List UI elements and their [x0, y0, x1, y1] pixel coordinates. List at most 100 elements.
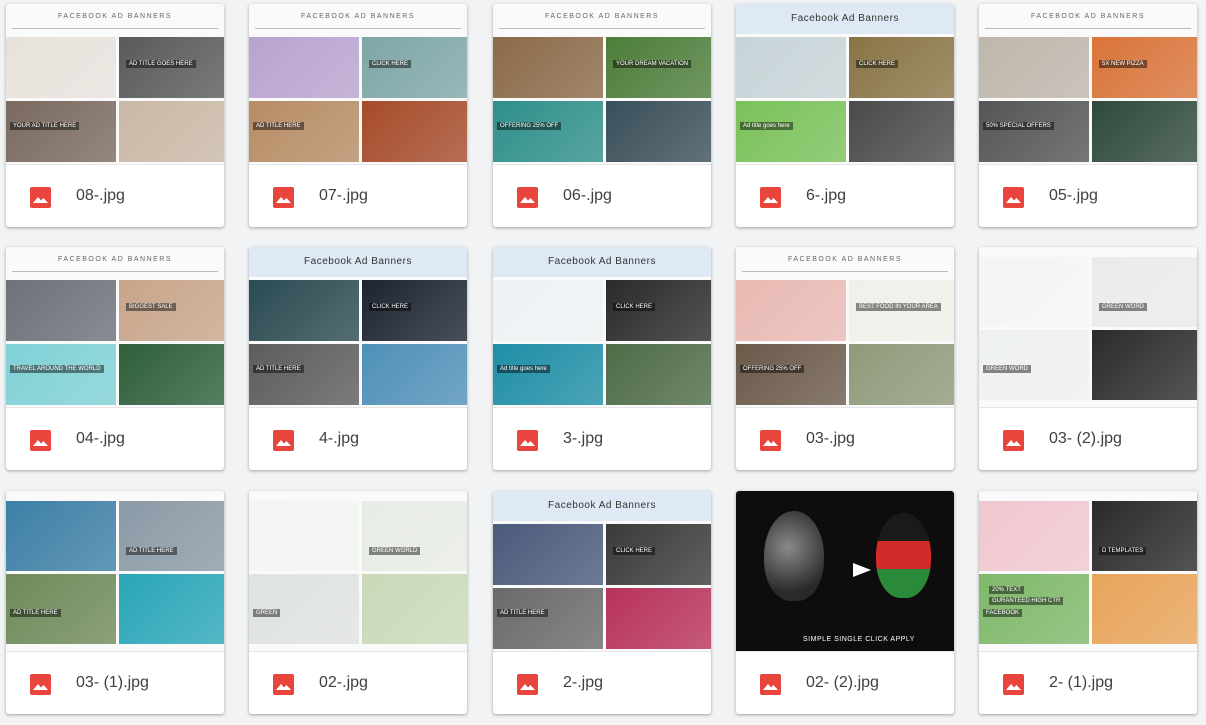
file-name[interactable]: 05-.jpg	[1049, 187, 1098, 205]
file-name[interactable]: 6-.jpg	[806, 187, 846, 205]
thumbnail-tile	[493, 101, 603, 162]
thumbnail-tile	[849, 101, 954, 162]
thumbnail-tile	[362, 574, 467, 644]
file-card-footer[interactable]: 3-.jpg	[493, 407, 711, 470]
file-thumbnail[interactable]: FACEBOOK AD BANNERS TRAVEL AROUND THE WOR…	[6, 247, 224, 407]
file-name[interactable]: 3-.jpg	[563, 430, 603, 448]
file-card[interactable]: FACEBOOK AD BANNERS OFFERING 25% OFF BEST …	[736, 247, 954, 470]
thumbnail-caption: YOUR DREAM VACATION	[613, 60, 692, 68]
file-card[interactable]: FACEBOOK AD BANNERS OFFERING 25% OFF YOUR …	[493, 4, 711, 227]
file-card[interactable]: FACEBOOK D TEMPLATES 20% TEXT GURANTEED HIG…	[979, 491, 1197, 714]
file-thumbnail[interactable]: GREEN WORD GREEN WORD	[979, 247, 1197, 407]
file-card-footer[interactable]: 08-.jpg	[6, 164, 224, 227]
thumbnail-header: Facebook Ad Banners	[249, 247, 467, 277]
thumbnail-header: FACEBOOK AD BANNERS	[249, 4, 467, 34]
file-name[interactable]: 07-.jpg	[319, 187, 368, 205]
thumbnail-caption: 5X NEW PIZZA	[1099, 60, 1147, 68]
thumbnail-caption: BIGGEST SALE	[126, 303, 176, 311]
file-card[interactable]: Facebook Ad Banners Ad title goes here CLI…	[493, 247, 711, 470]
thumbnail-tile	[979, 37, 1089, 98]
file-card-footer[interactable]: 6-.jpg	[736, 164, 954, 227]
file-card[interactable]: GREEN GREEN WORLD 02-.jpg	[249, 491, 467, 714]
thumbnail-caption: D TEMPLATES	[1099, 547, 1147, 555]
thumbnail-caption: CLICK HERE	[613, 547, 656, 555]
thumbnail-header: FACEBOOK AD BANNERS	[6, 247, 224, 277]
file-thumbnail[interactable]: FACEBOOK AD BANNERS AD TITLE HERE CLICK HE…	[249, 4, 467, 164]
file-card-footer[interactable]: 03- (2).jpg	[979, 407, 1197, 470]
file-name[interactable]: 08-.jpg	[76, 187, 125, 205]
thumbnail-header-rule	[742, 271, 948, 272]
thumbnail-header-text: FACEBOOK AD BANNERS	[300, 13, 416, 20]
thumbnail-header: Facebook Ad Banners	[493, 247, 711, 277]
file-card[interactable]: FACEBOOK AD BANNERS YOUR AD TITLE HERE AD …	[6, 4, 224, 227]
file-name[interactable]: 02-.jpg	[319, 674, 368, 692]
thumbnail-header-text: Facebook Ad Banners	[791, 13, 899, 24]
file-card-footer[interactable]: 02- (2).jpg	[736, 651, 954, 714]
image-file-icon	[760, 187, 781, 208]
thumbnail-tile	[493, 588, 603, 649]
file-card[interactable]: GREEN WORD GREEN WORD 03- (2).jpg	[979, 247, 1197, 470]
thumbnail-caption: AD TITLE HERE	[126, 547, 177, 555]
thumbnail-caption: AD TITLE GOES HERE	[126, 60, 196, 68]
thumbnail-caption: AD TITLE HERE	[253, 365, 304, 373]
file-card-footer[interactable]: 2-.jpg	[493, 651, 711, 714]
file-card[interactable]: Facebook Ad Banners AD TITLE HERE CLICK HE…	[249, 247, 467, 470]
file-name[interactable]: 2- (1).jpg	[1049, 674, 1113, 692]
thumbnail-tile	[979, 101, 1089, 162]
image-file-icon	[30, 430, 51, 451]
file-thumbnail[interactable]: GREEN GREEN WORLD	[249, 491, 467, 651]
file-thumbnail[interactable]: FACEBOOK D TEMPLATES 20% TEXT GURANTEED HIG…	[979, 491, 1197, 651]
file-card-footer[interactable]: 04-.jpg	[6, 407, 224, 470]
file-thumbnail[interactable]: FACEBOOK AD BANNERS YOUR AD TITLE HERE AD …	[6, 4, 224, 164]
file-card-footer[interactable]: 4-.jpg	[249, 407, 467, 470]
file-card-footer[interactable]: 03-.jpg	[736, 407, 954, 470]
file-thumbnail[interactable]: Facebook Ad Banners Ad title goes here CLI…	[736, 4, 954, 164]
thumbnail-tile	[119, 501, 224, 571]
file-thumbnail[interactable]: FACEBOOK AD BANNERS OFFERING 25% OFF YOUR …	[493, 4, 711, 164]
file-card[interactable]: Facebook Ad Banners AD TITLE HERE CLICK HE…	[493, 491, 711, 714]
image-file-icon	[1003, 674, 1024, 695]
file-card[interactable]: Facebook Ad Banners Ad title goes here CLI…	[736, 4, 954, 227]
file-card[interactable]: FACEBOOK AD BANNERS 50% SPECIAL OFFERS 5X …	[979, 4, 1197, 227]
file-card-footer[interactable]: 2- (1).jpg	[979, 651, 1197, 714]
file-name[interactable]: 06-.jpg	[563, 187, 612, 205]
thumbnail-tile	[736, 37, 846, 98]
thumbnail-caption: OFFERING 25% OFF	[497, 122, 562, 130]
file-thumbnail[interactable]: Facebook Ad Banners AD TITLE HERE CLICK HE…	[493, 491, 711, 651]
thumbnail-tile	[249, 101, 359, 162]
file-card[interactable]: SIMPLE SINGLE CLICK APPLY 02- (2).jpg	[736, 491, 954, 714]
file-card-footer[interactable]: 05-.jpg	[979, 164, 1197, 227]
file-card[interactable]: FACEBOOK AD BANNERS TRAVEL AROUND THE WOR…	[6, 247, 224, 470]
file-name[interactable]: 03- (2).jpg	[1049, 430, 1122, 448]
file-thumbnail[interactable]: FACEBOOK AD BANNERS OFFERING 25% OFF BEST …	[736, 247, 954, 407]
file-card-footer[interactable]: 02-.jpg	[249, 651, 467, 714]
image-file-icon	[517, 674, 538, 695]
file-name[interactable]: 02- (2).jpg	[806, 674, 879, 692]
file-thumbnail[interactable]: Facebook Ad Banners AD TITLE HERE CLICK HE…	[249, 247, 467, 407]
thumbnail-tile	[362, 344, 467, 405]
thumbnail-caption: 20% TEXT	[989, 586, 1024, 594]
file-card-footer[interactable]: 07-.jpg	[249, 164, 467, 227]
image-file-icon	[30, 187, 51, 208]
thumbnail-tile	[1092, 501, 1197, 571]
file-name[interactable]: 4-.jpg	[319, 430, 359, 448]
image-file-icon	[1003, 430, 1024, 451]
thumbnail-caption: 50% SPECIAL OFFERS	[983, 122, 1054, 130]
file-card[interactable]: AD TITLE HERE AD TITLE HERE 03- (1).jpg	[6, 491, 224, 714]
thumbnail-caption: TRAVEL AROUND THE WORLD	[10, 365, 104, 373]
thumbnail-caption: Ad title goes here	[497, 365, 550, 373]
file-thumbnail[interactable]: AD TITLE HERE AD TITLE HERE	[6, 491, 224, 651]
file-thumbnail[interactable]: Facebook Ad Banners Ad title goes here CLI…	[493, 247, 711, 407]
file-thumbnail[interactable]: SIMPLE SINGLE CLICK APPLY	[736, 491, 954, 651]
file-card[interactable]: FACEBOOK AD BANNERS AD TITLE HERE CLICK HE…	[249, 4, 467, 227]
thumbnail-header-text: Facebook Ad Banners	[304, 256, 412, 267]
file-name[interactable]: 2-.jpg	[563, 674, 603, 692]
file-card-footer[interactable]: 06-.jpg	[493, 164, 711, 227]
thumbnail-tile	[736, 344, 846, 405]
thumbnail-header: Facebook Ad Banners	[493, 491, 711, 521]
file-thumbnail[interactable]: FACEBOOK AD BANNERS 50% SPECIAL OFFERS 5X …	[979, 4, 1197, 164]
file-card-footer[interactable]: 03- (1).jpg	[6, 651, 224, 714]
file-name[interactable]: 03-.jpg	[806, 430, 855, 448]
file-name[interactable]: 03- (1).jpg	[76, 674, 149, 692]
file-name[interactable]: 04-.jpg	[76, 430, 125, 448]
